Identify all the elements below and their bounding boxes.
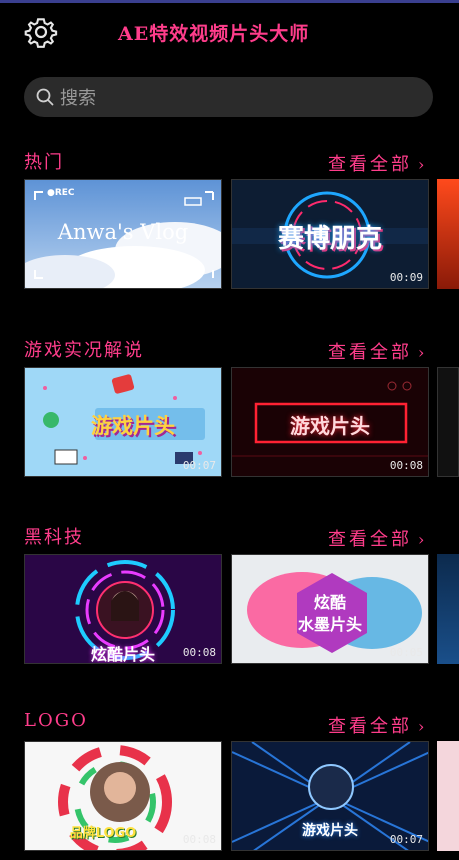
card-title: 炫酷 bbox=[313, 593, 346, 612]
view-all-label: 查看全部 bbox=[328, 716, 412, 737]
card-row: ●REC Anwa's Vlog 赛博朋克 00:09 bbox=[24, 179, 459, 291]
duration: 00:05 bbox=[389, 646, 423, 659]
view-all-link[interactable]: 查看全部 › bbox=[328, 150, 427, 176]
view-all-label: 查看全部 bbox=[328, 154, 412, 175]
section-tech: 黑科技 查看全部 › 炫酷片头 00:08 炫酷 水墨片头 00:05 bbox=[0, 523, 459, 673]
search-input[interactable] bbox=[58, 83, 422, 113]
next-card-peek[interactable] bbox=[437, 741, 459, 851]
view-all-link[interactable]: 查看全部 › bbox=[328, 525, 427, 551]
section-hot: 热门 查看全部 › ●REC Anwa's Vlog 赛博朋克 00:09 bbox=[0, 148, 459, 298]
video-card-game-blue[interactable]: 游戏片头 00:07 bbox=[231, 741, 429, 851]
video-card-ink[interactable]: 炫酷 水墨片头 00:05 bbox=[231, 554, 429, 664]
duration: 00:07 bbox=[389, 833, 423, 846]
duration: 00:08 bbox=[389, 459, 423, 472]
card-title: 赛博朋克 bbox=[277, 224, 382, 254]
card-title: Anwa's Vlog bbox=[57, 220, 189, 244]
next-card-peek[interactable] bbox=[437, 367, 459, 477]
section-title: 热门 bbox=[24, 152, 64, 173]
card-subtitle: 水墨片头 bbox=[297, 615, 362, 634]
duration: 00:08 bbox=[182, 833, 216, 846]
duration: 00:07 bbox=[182, 459, 216, 472]
card-row: 游戏片头 00:07 游戏片头 00:08 bbox=[24, 367, 459, 479]
rec-indicator: ●REC bbox=[47, 188, 75, 198]
duration: 00:09 bbox=[389, 271, 423, 284]
video-card-cyberpunk[interactable]: 赛博朋克 00:09 bbox=[231, 179, 429, 289]
chevron-right-icon: › bbox=[418, 155, 428, 174]
chevron-right-icon: › bbox=[418, 343, 428, 362]
card-row: 炫酷片头 00:08 炫酷 水墨片头 00:05 bbox=[24, 554, 459, 666]
section-title: 游戏实况解说 bbox=[24, 340, 144, 361]
view-all-label: 查看全部 bbox=[328, 342, 412, 363]
view-all-link[interactable]: 查看全部 › bbox=[328, 712, 427, 738]
chevron-right-icon: › bbox=[418, 530, 428, 549]
next-card-peek[interactable] bbox=[437, 554, 459, 664]
section-game: 游戏实况解说 查看全部 › 游戏片头 00:07 游戏片头 00:08 bbox=[0, 336, 459, 486]
card-title: 游戏片头 bbox=[290, 414, 370, 438]
next-card-peek[interactable] bbox=[437, 179, 459, 289]
section-title: LOGO bbox=[24, 710, 88, 731]
search-bar[interactable] bbox=[24, 77, 433, 117]
section-logo: LOGO 查看全部 › 品牌LOGO 00:08 游戏片头 00:07 bbox=[0, 710, 459, 860]
video-card-cool-portrait[interactable]: 炫酷片头 00:08 bbox=[24, 554, 222, 664]
chevron-right-icon: › bbox=[418, 717, 428, 736]
gear-icon[interactable] bbox=[24, 15, 58, 49]
video-card-game-cartoon[interactable]: 游戏片头 00:07 bbox=[24, 367, 222, 477]
video-card-brand-logo[interactable]: 品牌LOGO 00:08 bbox=[24, 741, 222, 851]
video-card-game-neon[interactable]: 游戏片头 00:08 bbox=[231, 367, 429, 477]
card-row: 品牌LOGO 00:08 游戏片头 00:07 bbox=[24, 741, 459, 853]
app-title: AE特效视频片头大师 bbox=[118, 23, 310, 45]
section-title: 黑科技 bbox=[24, 527, 84, 548]
view-all-link[interactable]: 查看全部 › bbox=[328, 338, 427, 364]
view-all-label: 查看全部 bbox=[328, 529, 412, 550]
search-icon bbox=[36, 88, 54, 106]
duration: 00:08 bbox=[182, 646, 216, 659]
video-card-vlog[interactable]: ●REC Anwa's Vlog bbox=[24, 179, 222, 289]
header: AE特效视频片头大师 bbox=[0, 3, 459, 61]
card-title: 游戏片头 bbox=[91, 414, 175, 438]
